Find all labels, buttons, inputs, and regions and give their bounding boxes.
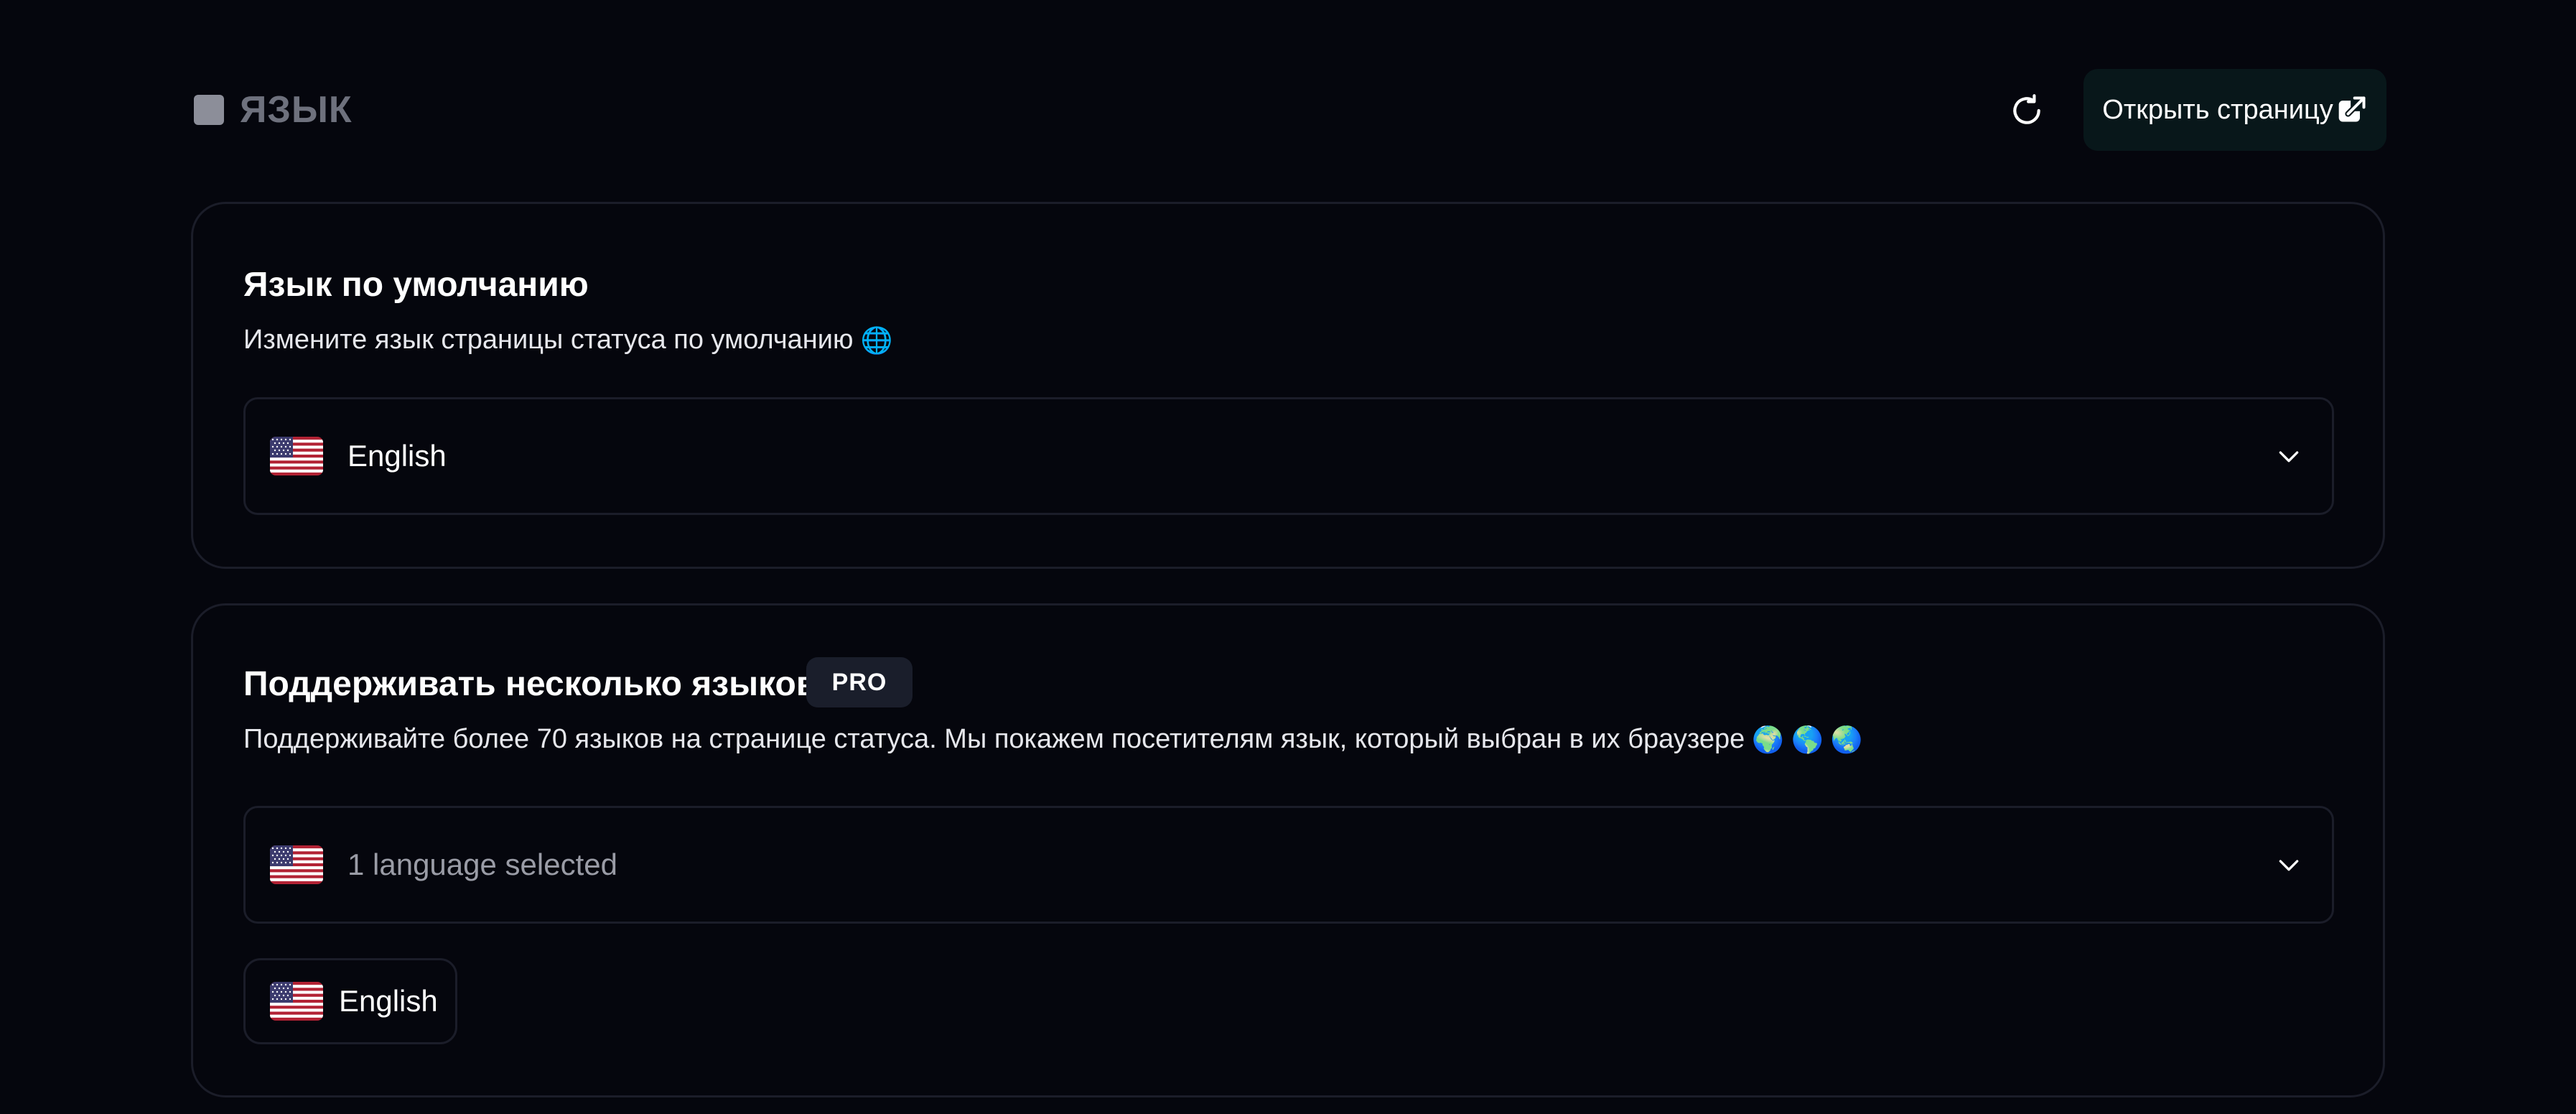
language-chip-label: English (339, 984, 438, 1018)
page: ЯЗЫК Открыть страницу Язык по умолчанию … (0, 0, 2576, 1114)
default-language-value: English (347, 439, 447, 473)
globe-icon: 🌐 (860, 325, 893, 355)
open-page-button[interactable]: Открыть страницу (2083, 69, 2386, 151)
refresh-button[interactable] (2003, 87, 2050, 134)
pro-badge: PRO (806, 657, 913, 707)
page-title: ЯЗЫК (240, 89, 353, 131)
open-page-button-label: Открыть страницу (2102, 94, 2333, 125)
multi-language-description: Поддерживайте более 70 языков на страниц… (243, 724, 1863, 755)
default-language-card: Язык по умолчанию Измените язык страницы… (191, 202, 2385, 569)
us-flag-icon (270, 437, 323, 475)
page-header: ЯЗЫК (194, 88, 353, 131)
default-language-description-text: Измените язык страницы статуса по умолча… (243, 325, 854, 355)
language-chip-english[interactable]: English (243, 958, 457, 1044)
chevron-down-icon (2274, 442, 2303, 470)
multi-language-select-value: 1 language selected (347, 848, 617, 881)
multi-language-card: Поддерживать несколько языков PRO Поддер… (191, 603, 2385, 1097)
multi-language-title: Поддерживать несколько языков (243, 665, 818, 703)
us-flag-icon (270, 982, 323, 1021)
section-icon (194, 95, 224, 125)
multi-language-description-text: Поддерживайте более 70 языков на страниц… (243, 724, 1745, 754)
chevron-down-icon (2274, 850, 2303, 879)
globe-emojis-icon: 🌍 🌎 🌏 (1752, 724, 1863, 754)
multi-language-select[interactable]: 1 language selected (243, 806, 2334, 924)
default-language-title: Язык по умолчанию (243, 266, 589, 304)
default-language-description: Измените язык страницы статуса по умолча… (243, 325, 892, 356)
default-language-select[interactable]: English (243, 397, 2334, 515)
us-flag-icon (270, 845, 323, 884)
external-link-icon (2336, 94, 2368, 126)
refresh-icon (2013, 94, 2040, 124)
